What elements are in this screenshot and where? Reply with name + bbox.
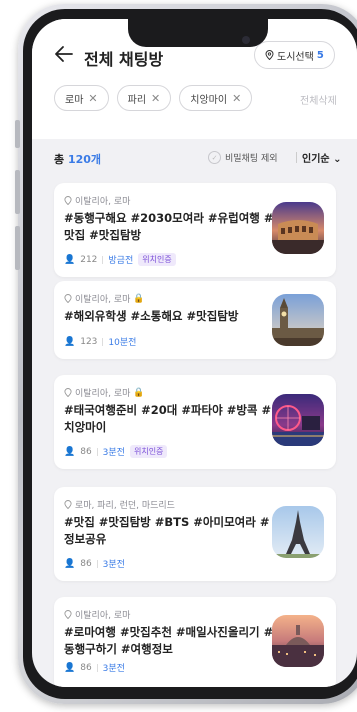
room-title: #맛집 #맛집탐방 #BTS #아미모여라 #정보공유 [64,515,270,546]
page-title: 전체 채팅방 [84,50,164,69]
location-pin-icon [64,500,72,509]
chat-room-card[interactable]: 이탈리아, 로마 🔒 #해외유학생 #소통해요 #맛집탐방 👤 123 10분전 [54,281,336,359]
city-chip-label: 파리 [127,94,147,106]
total-prefix: 총 [54,153,68,166]
room-meta: 👤 86 3분전 [64,661,125,675]
city-select-button[interactable]: 도시선택 5 [254,41,335,69]
sort-dropdown[interactable]: 인기순 ⌄ [302,150,341,165]
total-number: 120개 [67,153,102,166]
secret-exclude-label: 비밀채팅 제외 [225,154,278,164]
app-screen: 전체 채팅방 도시선택 5 로마 ✕ 파리 ✕ 치앙마이 ✕ 전체삭제 총 12… [32,19,357,687]
chat-room-card[interactable]: 로마, 파리, 런던, 마드리드 #맛집 #맛집탐방 #BTS #아미모여라 #… [54,487,336,581]
location-pin-icon [265,50,274,60]
total-count: 총 120개 [54,151,101,167]
room-location-text: 이탈리아, 로마 [75,611,131,621]
city-chip[interactable]: 치앙마이 ✕ [179,85,253,111]
member-count: 123 [80,336,98,347]
colosseum-image [272,202,324,254]
camera-icon [242,36,250,44]
location-verified-badge: 위치인증 [129,445,168,458]
person-icon: 👤 [64,336,76,347]
location-pin-icon [64,388,72,397]
location-pin-icon [64,196,72,205]
back-button[interactable] [54,45,74,66]
check-icon: ✓ [208,151,221,164]
location-verified-badge: 위치인증 [138,253,176,266]
room-location: 로마, 파리, 런던, 마드리드 [64,498,175,511]
person-icon: 👤 [64,254,76,265]
room-location: 이탈리아, 로마 [64,194,130,207]
room-thumbnail [272,615,324,667]
arrow-left-icon [55,46,73,62]
member-count: 86 [80,662,92,673]
city-chip-label: 치앙마이 [190,94,228,106]
room-thumbnail [272,394,324,446]
room-time: 방금전 [108,256,134,266]
person-icon: 👤 [64,446,76,457]
city-chip[interactable]: 로마 ✕ [54,85,109,111]
rome-city-image [272,615,324,667]
location-pin-icon [64,610,72,619]
city-chip-list: 로마 ✕ 파리 ✕ 치앙마이 ✕ [54,85,253,111]
room-time: 3분전 [102,560,125,570]
phone-side-button [15,226,20,270]
room-location-text: 이탈리아, 로마 [75,389,131,399]
room-title: #태국여행준비 #20대 #파타야 #방콕 #치앙마이 [64,403,272,434]
phone-side-button [15,170,20,214]
close-icon[interactable]: ✕ [232,92,241,105]
room-time: 3분전 [102,664,125,674]
room-location-text: 로마, 파리, 런던, 마드리드 [75,501,175,511]
person-icon: 👤 [64,558,76,569]
phone-side-button [15,120,20,148]
lock-icon: 🔒 [133,293,145,304]
bigben-image [272,294,324,346]
room-time: 10분전 [108,338,137,348]
room-location: 이탈리아, 로마 🔒 [64,292,145,305]
city-chip[interactable]: 파리 ✕ [116,85,172,111]
room-thumbnail [272,202,324,254]
person-icon: 👤 [64,662,76,673]
location-pin-icon [64,294,72,303]
room-title: #해외유학생 #소통해요 #맛집탐방 [64,309,239,323]
room-title: #동행구해요 #2030모여라 #유럽여행 #맛집 #맛집탐방 [64,211,274,242]
chat-room-card[interactable]: 이탈리아, 로마 #동행구해요 #2030모여라 #유럽여행 #맛집 #맛집탐방… [54,183,336,277]
room-meta: 👤 123 10분전 [64,335,137,349]
room-meta: 👤 212 방금전 위치인증 [64,253,176,266]
chat-room-card[interactable]: 이탈리아, 로마 🔒 #태국여행준비 #20대 #파타야 #방콕 #치앙마이 👤… [54,375,336,469]
room-time: 3분전 [102,448,125,458]
eiffel-tower-image [272,506,324,558]
member-count: 86 [80,446,92,457]
city-select-label: 도시선택 [277,51,314,63]
clear-all-button[interactable]: 전체삭제 [300,92,337,107]
room-location-text: 이탈리아, 로마 [75,295,131,305]
close-icon[interactable]: ✕ [151,92,160,105]
room-thumbnail [272,506,324,558]
room-meta: 👤 86 3분전 위치인증 [64,445,168,458]
room-thumbnail [272,294,324,346]
room-location-text: 이탈리아, 로마 [75,197,131,207]
member-count: 86 [80,558,92,569]
room-title: #로마여행 #맛집추천 #매일사진올리기 #동행구하기 #여행정보 [64,625,274,656]
secret-exclude-toggle[interactable]: ✓ 비밀채팅 제외 [208,151,278,164]
room-location: 이탈리아, 로마 [64,608,130,621]
room-location: 이탈리아, 로마 🔒 [64,386,145,399]
divider [296,152,297,163]
city-select-count: 5 [316,49,324,61]
city-chip-label: 로마 [65,94,84,106]
close-icon[interactable]: ✕ [88,92,97,105]
room-meta: 👤 86 3분전 [64,557,125,571]
london-eye-image [272,394,324,446]
member-count: 212 [80,254,98,265]
chat-room-card[interactable]: 이탈리아, 로마 #로마여행 #맛집추천 #매일사진올리기 #동행구하기 #여행… [54,597,336,687]
lock-icon: 🔒 [133,387,145,398]
